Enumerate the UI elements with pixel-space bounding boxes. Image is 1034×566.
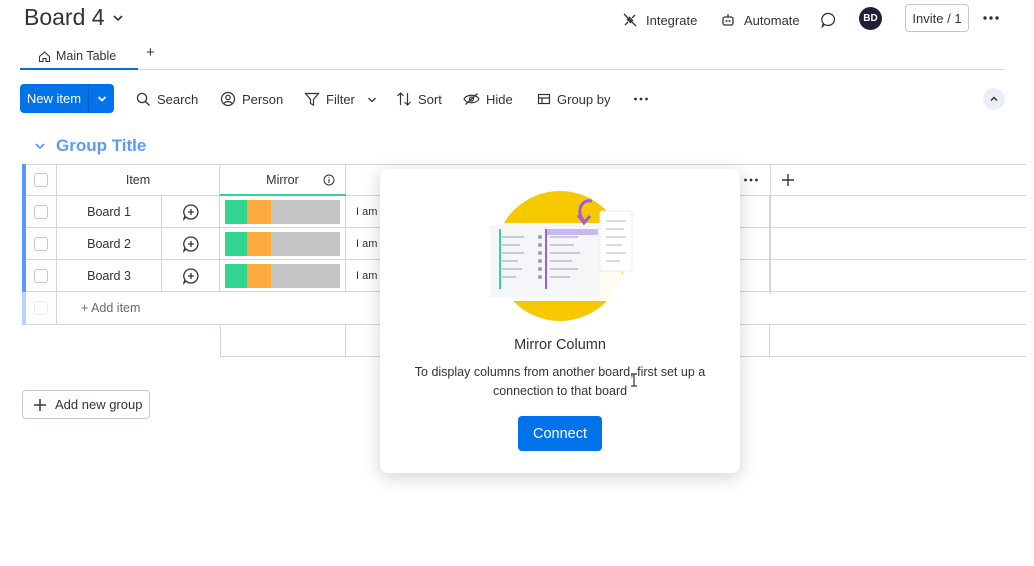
item-name[interactable]: Board 2 [87, 237, 131, 251]
column-header-mirror-label: Mirror [266, 173, 299, 187]
add-tab-button[interactable]: + [146, 44, 155, 61]
person-filter-button[interactable]: Person [220, 90, 283, 108]
row-checkbox[interactable] [34, 268, 48, 283]
sort-button[interactable]: Sort [396, 90, 442, 108]
board-title[interactable]: Board 4 [24, 4, 125, 31]
text-cell-value: I am [356, 237, 378, 250]
tab-main-label: Main Table [56, 49, 117, 63]
text-cell-value: I am [356, 269, 378, 282]
add-update-icon[interactable] [182, 267, 200, 285]
info-icon[interactable] [323, 174, 335, 186]
new-item-label[interactable]: New item [20, 84, 89, 113]
search-label: Search [157, 91, 199, 107]
group-by-label: Group by [557, 91, 611, 107]
add-new-group-label: Add new group [55, 397, 143, 412]
select-all-checkbox[interactable] [34, 173, 48, 187]
column-options-icon[interactable] [743, 176, 759, 184]
filter-icon [304, 92, 320, 106]
connect-button[interactable]: Connect [518, 416, 602, 451]
tab-main-table[interactable]: Main Table [20, 44, 138, 70]
automate-button[interactable]: Automate [720, 8, 800, 32]
hide-label: Hide [486, 91, 513, 107]
empty-cell [770, 260, 1026, 292]
summary-cell [220, 325, 346, 357]
chevron-up-icon [990, 96, 998, 102]
group-header[interactable]: Group Title [34, 136, 146, 156]
item-name[interactable]: Board 1 [87, 205, 131, 219]
hide-button[interactable]: Hide [463, 90, 513, 108]
popup-description: To display columns from another board, f… [414, 365, 706, 398]
person-label: Person [242, 91, 284, 107]
add-column-icon[interactable] [781, 173, 795, 187]
invite-button[interactable]: Invite / 1 [905, 4, 969, 32]
chevron-down-icon [97, 95, 106, 102]
mirror-column-popup: Mirror Column To display columns from an… [380, 169, 740, 473]
chevron-down-icon[interactable] [34, 140, 46, 152]
integrate-button[interactable]: Integrate [622, 8, 697, 32]
filter-label: Filter [326, 91, 355, 107]
add-new-group-button[interactable]: Add new group [22, 390, 150, 419]
empty-cell [770, 228, 1026, 260]
integrate-icon [623, 13, 637, 27]
search-button[interactable]: Search [136, 90, 198, 108]
table-row[interactable]: Board 2 [57, 228, 161, 260]
mirror-status-bar [225, 232, 340, 256]
mirror-illustration [488, 191, 633, 321]
select-all-cell[interactable] [26, 164, 57, 196]
sort-icon [397, 92, 411, 106]
add-item-label[interactable]: + Add item [81, 301, 140, 315]
empty-cell [770, 196, 1026, 228]
search-icon [136, 92, 150, 106]
sort-label: Sort [418, 91, 442, 107]
item-name[interactable]: Board 3 [87, 269, 131, 283]
add-update-icon[interactable] [182, 203, 200, 221]
home-icon [38, 50, 51, 62]
chevron-down-icon[interactable] [111, 11, 125, 25]
column-header-mirror[interactable]: Mirror [220, 164, 346, 196]
collapse-header-button[interactable] [983, 88, 1005, 110]
row-checkbox[interactable] [34, 204, 48, 219]
row-checkbox-cell[interactable] [26, 228, 57, 260]
more-toolbar-icon[interactable] [633, 94, 649, 104]
plus-icon [34, 398, 46, 411]
table-row[interactable]: Board 1 [57, 196, 161, 228]
table-row[interactable]: Board 3 [57, 260, 161, 292]
tabs-divider [20, 69, 1005, 70]
add-item-checkbox [34, 301, 48, 315]
item-updates-cell[interactable] [161, 196, 220, 228]
column-header-item-label: Item [125, 173, 151, 187]
add-update-icon[interactable] [182, 235, 200, 253]
mirror-status-bar [225, 264, 340, 288]
chat-bubble-icon [821, 12, 836, 29]
group-by-icon [537, 93, 551, 105]
group-title[interactable]: Group Title [56, 136, 146, 156]
row-checkbox-cell[interactable] [26, 196, 57, 228]
text-cursor-icon [631, 373, 637, 387]
text-cell-value: I am [356, 205, 378, 218]
filter-button[interactable]: Filter [304, 90, 355, 108]
mirror-status-bar [225, 200, 340, 224]
integrate-label: Integrate [646, 12, 698, 28]
robot-icon [722, 14, 734, 26]
automate-label: Automate [744, 12, 800, 28]
avatar[interactable]: BD [859, 7, 882, 30]
row-checkbox[interactable] [34, 236, 48, 251]
item-updates-cell[interactable] [161, 260, 220, 292]
item-updates-cell[interactable] [161, 228, 220, 260]
board-title-text: Board 4 [24, 4, 105, 30]
popup-title: Mirror Column [514, 337, 606, 353]
new-item-button[interactable]: New item [20, 84, 114, 113]
row-checkbox-cell[interactable] [26, 260, 57, 292]
summary-cell [770, 325, 1026, 357]
updates-button[interactable] [820, 8, 838, 32]
eye-off-icon [463, 93, 480, 105]
group-by-button[interactable]: Group by [537, 90, 610, 108]
more-options-icon[interactable] [982, 10, 1000, 28]
new-item-dropdown[interactable] [89, 84, 114, 113]
chevron-down-icon[interactable] [367, 95, 377, 105]
person-icon [220, 91, 236, 107]
add-item-checkbox-cell [26, 292, 57, 325]
column-header-item[interactable]: Item [57, 164, 220, 196]
